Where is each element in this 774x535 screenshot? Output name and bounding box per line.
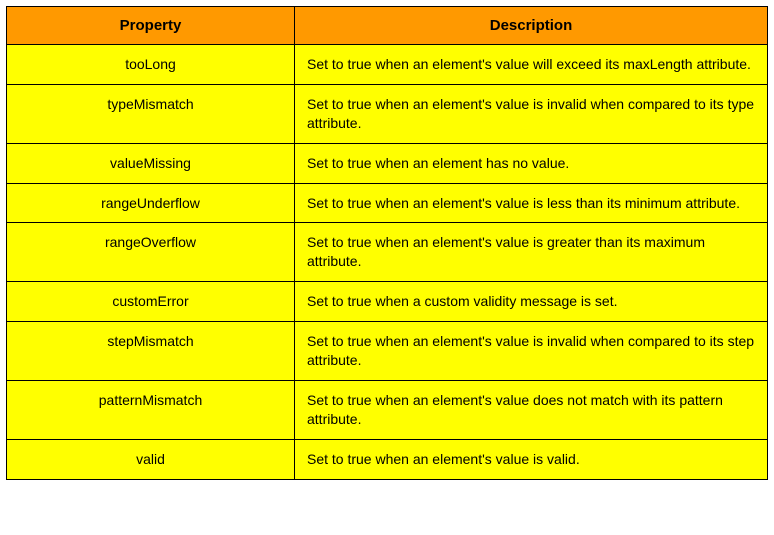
cell-description: Set to true when an element's value is g…: [295, 223, 768, 282]
cell-description: Set to true when an element has no value…: [295, 143, 768, 183]
cell-property: patternMismatch: [7, 380, 295, 439]
table-row: stepMismatch Set to true when an element…: [7, 322, 768, 381]
cell-property: customError: [7, 282, 295, 322]
cell-description: Set to true when an element's value is l…: [295, 183, 768, 223]
header-property: Property: [7, 7, 295, 45]
header-description: Description: [295, 7, 768, 45]
cell-property: rangeOverflow: [7, 223, 295, 282]
table-row: patternMismatch Set to true when an elem…: [7, 380, 768, 439]
cell-property: valid: [7, 439, 295, 479]
table-row: valid Set to true when an element's valu…: [7, 439, 768, 479]
validity-properties-table: Property Description tooLong Set to true…: [6, 6, 768, 480]
cell-property: stepMismatch: [7, 322, 295, 381]
cell-description: Set to true when a custom validity messa…: [295, 282, 768, 322]
cell-property: valueMissing: [7, 143, 295, 183]
table-row: tooLong Set to true when an element's va…: [7, 45, 768, 85]
table-row: typeMismatch Set to true when an element…: [7, 84, 768, 143]
table-row: rangeOverflow Set to true when an elemen…: [7, 223, 768, 282]
table-row: rangeUnderflow Set to true when an eleme…: [7, 183, 768, 223]
cell-description: Set to true when an element's value is i…: [295, 322, 768, 381]
cell-description: Set to true when an element's value will…: [295, 45, 768, 85]
cell-description: Set to true when an element's value is i…: [295, 84, 768, 143]
cell-description: Set to true when an element's value is v…: [295, 439, 768, 479]
table-row: customError Set to true when a custom va…: [7, 282, 768, 322]
table-container: Property Description tooLong Set to true…: [0, 0, 774, 486]
table-row: valueMissing Set to true when an element…: [7, 143, 768, 183]
cell-property: rangeUnderflow: [7, 183, 295, 223]
cell-property: typeMismatch: [7, 84, 295, 143]
cell-property: tooLong: [7, 45, 295, 85]
cell-description: Set to true when an element's value does…: [295, 380, 768, 439]
table-header-row: Property Description: [7, 7, 768, 45]
